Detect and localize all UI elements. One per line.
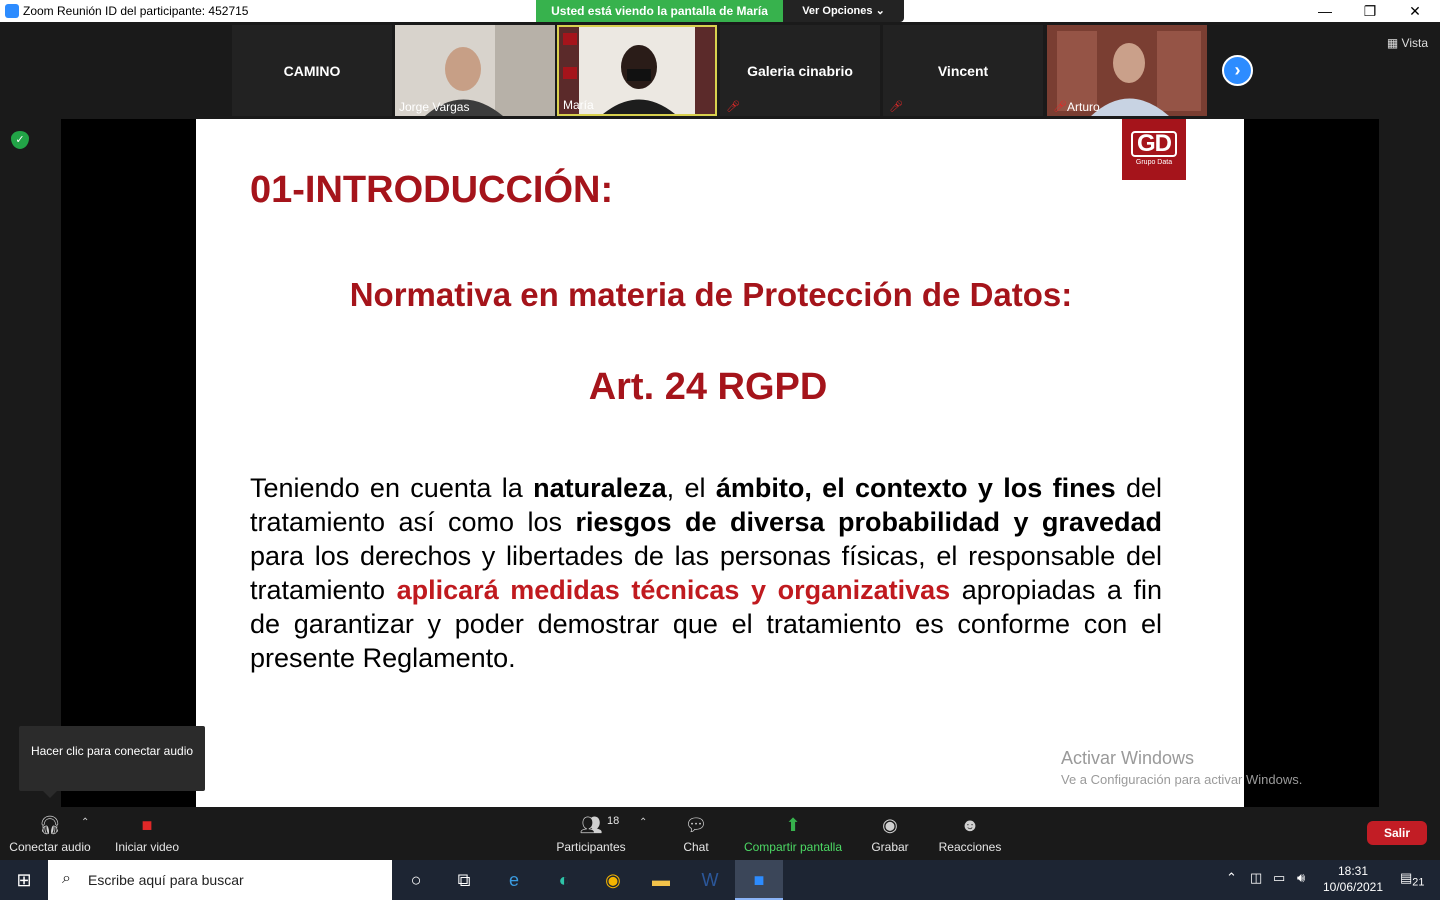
participants-options-chevron-icon[interactable]: ⌃ — [639, 817, 647, 828]
participant-tile[interactable]: Arturo 🎤︎ — [1047, 25, 1207, 116]
zoom-app-icon — [5, 4, 19, 18]
reactions-icon: ☻ — [960, 815, 980, 835]
next-page-icon[interactable]: › — [1222, 55, 1253, 86]
logo-text: GD — [1131, 131, 1177, 157]
clock-date: 10/06/2021 — [1322, 880, 1384, 894]
record-icon: ◉ — [882, 815, 898, 835]
close-button[interactable]: ✕ — [1392, 0, 1438, 22]
presentation-slide: GD Grupo Data 01-INTRODUCCIÓN: Normativa… — [196, 119, 1244, 807]
chrome-icon[interactable]: ◉ — [589, 860, 637, 900]
clock-time: 18:31 — [1337, 864, 1369, 878]
volume-icon[interactable]: 🔊︎ — [1297, 870, 1305, 886]
mic-muted-icon: 🎤︎ — [1053, 101, 1067, 113]
leave-button[interactable]: Salir — [1367, 821, 1427, 845]
connect-audio-label: Conectar audio — [9, 840, 91, 854]
slide-subheading: Normativa en materia de Protección de Da… — [349, 276, 1073, 313]
body-bold: naturaleza — [533, 473, 667, 503]
participant-tile[interactable]: Jorge Vargas — [395, 25, 555, 116]
record-label: Grabar — [871, 840, 909, 854]
company-logo: GD Grupo Data — [1122, 119, 1186, 180]
search-placeholder: Escribe aquí para buscar — [88, 872, 244, 888]
share-screen-label: Compartir pantalla — [743, 840, 843, 854]
view-options-button[interactable]: Ver Opciones ⌄ — [783, 0, 904, 22]
slide-heading: 01-INTRODUCCIÓN: — [250, 169, 614, 211]
participant-name: María — [563, 98, 594, 112]
slide-article: Art. 24 RGPD — [588, 366, 828, 408]
mic-muted-icon: 🎤︎ — [889, 101, 903, 113]
body-text: Teniendo en cuenta la — [250, 473, 534, 503]
chat-button[interactable]: 💬︎ Chat — [672, 807, 720, 860]
windows-taskbar: ⊞ ⌕ Escribe aquí para buscar ○ ⧉ e ◐ ◉ ▬… — [0, 860, 1440, 900]
file-explorer-icon[interactable]: ▬ — [637, 860, 685, 900]
chat-label: Chat — [683, 840, 709, 854]
word-icon[interactable]: W — [686, 860, 734, 900]
participant-name: Vincent — [937, 63, 989, 79]
meeting-toolbar: 🎧︎ Conectar audio ⌃ ■ Iniciar video 👥︎ P… — [0, 807, 1440, 860]
slide-body: Teniendo en cuenta la naturaleza, el ámb… — [250, 471, 1162, 675]
participant-name: Arturo — [1067, 100, 1100, 114]
participant-tile-active[interactable]: María — [557, 25, 717, 116]
mic-muted-icon: 🎤︎ — [726, 101, 740, 113]
reactions-button[interactable]: ☻ Reacciones — [936, 807, 1004, 860]
task-view-icon[interactable]: ⧉ — [440, 860, 488, 900]
view-label: Vista — [1401, 36, 1428, 50]
start-video-label: Iniciar video — [114, 840, 180, 854]
participants-count: 18 — [607, 815, 620, 827]
audio-options-chevron-icon[interactable]: ⌃ — [81, 817, 89, 828]
participant-name: Galeria cinabrio — [747, 63, 853, 79]
windows-start-icon[interactable]: ⊞ — [0, 860, 48, 900]
body-bold: riesgos de diversa probabilidad y graved… — [575, 507, 1162, 537]
participant-tile[interactable]: Vincent 🎤︎ — [883, 25, 1043, 116]
minimize-button[interactable]: — — [1302, 0, 1348, 22]
reactions-label: Reacciones — [938, 840, 1002, 854]
participant-tile[interactable]: Galeria cinabrio 🎤︎ — [720, 25, 880, 116]
share-banner: Usted está viendo la pantalla de María — [536, 0, 783, 22]
cortana-icon[interactable]: ○ — [392, 860, 440, 900]
video-off-icon: ■ — [141, 815, 153, 835]
taskbar-search-box[interactable]: ⌕ Escribe aquí para buscar — [48, 860, 392, 900]
notifications-count: 21 — [1412, 876, 1425, 889]
search-icon: ⌕ — [62, 870, 71, 887]
window-title: Zoom Reunión ID del participante: 452715 — [23, 4, 249, 18]
notifications-icon[interactable]: ▤21 — [1400, 870, 1424, 889]
participant-name: CAMINO — [283, 63, 341, 79]
activation-watermark-title: Activar Windows — [1061, 748, 1195, 768]
network-icon[interactable]: ▭ — [1273, 870, 1285, 886]
participant-name: Jorge Vargas — [399, 100, 470, 114]
connect-audio-button[interactable]: 🎧︎ Conectar audio — [8, 807, 92, 860]
zoom-taskbar-icon[interactable]: ■ — [735, 860, 783, 900]
logo-subtitle: Grupo Data — [1135, 159, 1173, 166]
participants-label: Participantes — [556, 840, 626, 854]
body-bold: ámbito, el contexto y los fines — [715, 473, 1116, 503]
encryption-shield-icon[interactable]: ✓ — [11, 131, 29, 149]
activation-watermark-text: Ve a Configuración para activar Windows. — [1061, 772, 1303, 787]
edge-legacy-icon[interactable]: e — [490, 860, 538, 900]
start-video-button[interactable]: ■ Iniciar video — [110, 807, 184, 860]
body-text: , el — [666, 473, 716, 503]
view-button[interactable]: ▦ Vista — [1387, 36, 1428, 50]
meet-now-icon[interactable]: ◫ — [1250, 870, 1262, 886]
video-strip: CAMINO Jorge Vargas María Galeria cinabr… — [0, 22, 1440, 119]
tray-chevron-icon[interactable]: ⌃ — [1226, 870, 1237, 886]
share-screen-icon: ⬆ — [785, 815, 801, 835]
record-button[interactable]: ◉ Grabar — [866, 807, 914, 860]
restore-button[interactable]: ❐ — [1347, 0, 1393, 22]
headphones-icon: 🎧︎ — [38, 815, 62, 835]
participant-tile[interactable]: CAMINO — [232, 25, 392, 116]
audio-tooltip: Hacer clic para conectar audio — [19, 726, 205, 798]
share-screen-button[interactable]: ⬆ Compartir pantalla — [740, 807, 846, 860]
edge-icon[interactable]: ◐ — [540, 860, 588, 900]
taskbar-clock[interactable]: 18:31 10/06/2021 — [1318, 863, 1388, 895]
chat-icon: 💬︎ — [684, 815, 708, 835]
body-highlight: aplicará medidas técnicas y organizativa… — [396, 575, 951, 605]
